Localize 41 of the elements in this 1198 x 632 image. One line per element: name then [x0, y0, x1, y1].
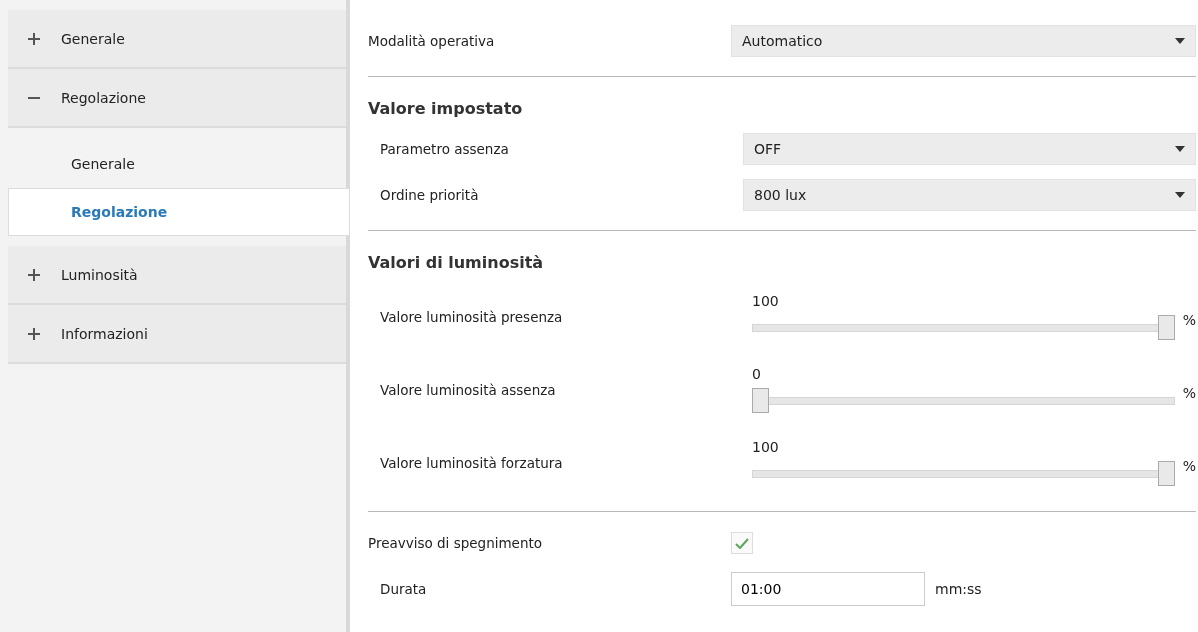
- section-heading: Valore impostato: [368, 98, 524, 120]
- slider-value: 100: [752, 439, 779, 457]
- section-heading: Valori di luminosità: [368, 252, 545, 274]
- sidebar-item[interactable]: Generale: [8, 10, 346, 69]
- dropdown[interactable]: Automatico: [731, 25, 1196, 57]
- plus-icon: [28, 268, 40, 281]
- input-field[interactable]: 01:00: [731, 572, 925, 606]
- unit-label: %: [1182, 311, 1196, 328]
- field-label: Preavviso di spegnimento: [368, 535, 543, 551]
- unit-label: %: [1182, 457, 1196, 474]
- field-label: Ordine priorità: [380, 187, 480, 203]
- field-label: Valore luminosità assenza: [380, 381, 557, 398]
- field-label: Modalità operativa: [368, 33, 496, 49]
- unit-label: mm:ss: [935, 581, 982, 597]
- slider-thumb[interactable]: [1157, 315, 1175, 340]
- slider-value: 0: [752, 366, 761, 384]
- dropdown[interactable]: 800 lux: [743, 179, 1196, 211]
- sidebar-subitem[interactable]: Regolazione: [8, 188, 350, 236]
- caret-icon: [1175, 192, 1185, 198]
- check-icon: [735, 537, 749, 549]
- slider-value: 100: [752, 293, 779, 311]
- dropdown[interactable]: OFF: [743, 133, 1196, 165]
- slider-track[interactable]: [752, 461, 1175, 486]
- unit-label: %: [1182, 384, 1196, 401]
- caret-icon: [1175, 38, 1185, 44]
- sidebar-item[interactable]: Informazioni: [8, 305, 346, 364]
- slider-thumb[interactable]: [752, 388, 769, 413]
- sidebar-subitem[interactable]: Generale: [8, 140, 346, 188]
- checkbox[interactable]: [731, 532, 753, 554]
- plus-icon: [28, 32, 40, 45]
- field-label: Valore luminosità presenza: [380, 308, 564, 325]
- field-label: Parametro assenza: [380, 141, 510, 157]
- sidebar-item[interactable]: Luminosità: [8, 246, 346, 305]
- sidebar-item[interactable]: Regolazione: [8, 69, 346, 128]
- slider-thumb[interactable]: [1157, 461, 1175, 486]
- caret-icon: [1175, 146, 1185, 152]
- field-label: Durata: [380, 581, 428, 597]
- slider-track[interactable]: [752, 315, 1175, 340]
- plus-icon: [28, 327, 40, 340]
- slider-track[interactable]: [752, 388, 1175, 413]
- field-label: Valore luminosità forzatura: [380, 454, 564, 471]
